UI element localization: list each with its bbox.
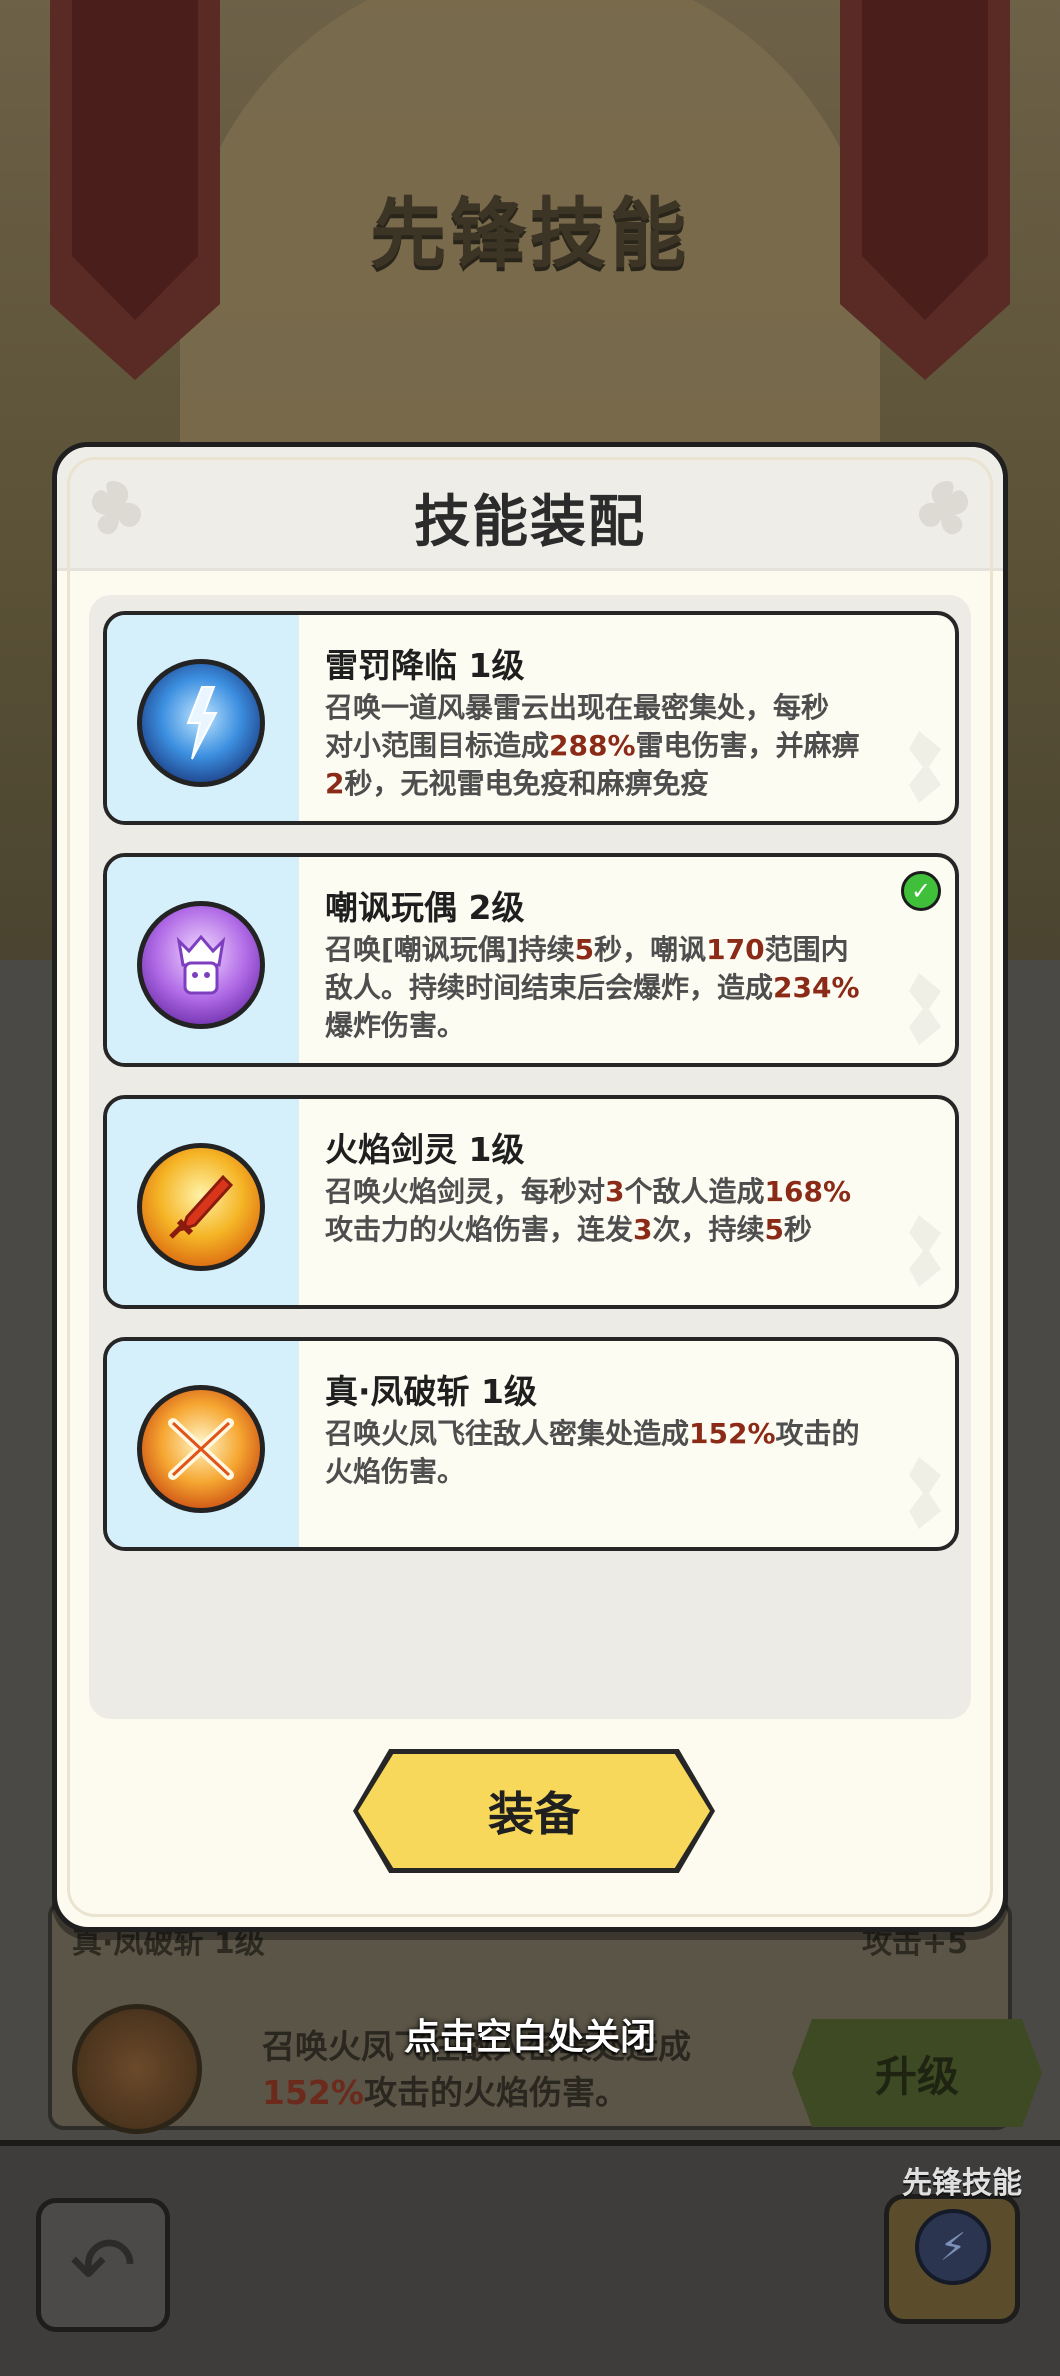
vanguard-skill-button[interactable]: ⚡ [884,2194,1020,2324]
screen-title: 先锋技能 [370,189,690,278]
skill-name: 雷罚降临 1级 [325,646,525,685]
dialog-title: 技能装配 [414,490,646,555]
card-corner-decoration-icon [909,1457,941,1529]
card-corner-decoration-icon [909,731,941,803]
phoenix-slash-icon [137,1385,265,1513]
card-corner-decoration-icon [909,973,941,1045]
equip-button[interactable]: 装备 [353,1749,715,1877]
skill-card-thunder[interactable]: 雷罚降临 1级 召唤一道风暴雷云出现在最密集处，每秒 对小范围目标造成288%雷电… [103,611,959,825]
close-hint: 点击空白处关闭 [403,2017,656,2058]
card-corner-decoration-icon [909,1215,941,1287]
flame-sword-icon [137,1143,265,1271]
skill-card-phoenix-slash[interactable]: 真·凤破斩 1级 召唤火凤飞往敌人密集处造成152%攻击的 火焰伤害。 [103,1337,959,1551]
skill-name: 真·凤破斩 1级 [325,1372,537,1411]
skill-desc: 召唤火凤飞往敌人密集处造成152%攻击的 火焰伤害。 [325,1417,860,1488]
skill-desc: 召唤[嘲讽玩偶]持续5秒，嘲讽170范围内 敌人。持续时间结束后会爆炸，造成234… [325,933,860,1042]
skill-equip-dialog: 技能装配 雷罚降临 1级 召唤一道风暴雷云出现在最密集处，每秒 对小范围目标造成2… [52,442,1008,1932]
taunt-doll-icon [137,901,265,1029]
skill-desc: 召唤火焰剑灵，每秒对3个敌人造成168% 攻击力的火焰伤害，连发3次，持续5秒 [325,1175,852,1246]
skill-name: 火焰剑灵 1级 [325,1130,525,1169]
equipped-check-icon: ✓ [901,871,941,911]
flourish-right-icon [918,481,969,535]
vanguard-skill-label: 先锋技能 [902,2166,1022,2201]
dialog-header: 技能装配 [57,447,1003,571]
back-button[interactable]: ↶ [36,2198,170,2332]
skill-name: 嘲讽玩偶 2级 [325,888,525,927]
back-arrow-icon: ↶ [69,2218,137,2312]
skill-desc: 召唤一道风暴雷云出现在最密集处，每秒 对小范围目标造成288%雷电伤害，并麻痹 2秒… [325,691,860,800]
lightning-storm-icon [137,659,265,787]
lightning-orb-icon: ⚡ [915,2209,991,2285]
skill-card-flame-sword[interactable]: 火焰剑灵 1级 召唤火焰剑灵，每秒对3个敌人造成168% 攻击力的火焰伤害，连发3… [103,1095,959,1309]
equip-button-label: 装备 [488,1787,580,1841]
skill-card-taunt-doll[interactable]: ✓ 嘲讽玩偶 2级 召唤[嘲讽玩偶]持续5秒，嘲讽170范围内 敌人。持续时间结束… [103,853,959,1067]
skill-list: 雷罚降临 1级 召唤一道风暴雷云出现在最密集处，每秒 对小范围目标造成288%雷电… [89,595,971,1719]
